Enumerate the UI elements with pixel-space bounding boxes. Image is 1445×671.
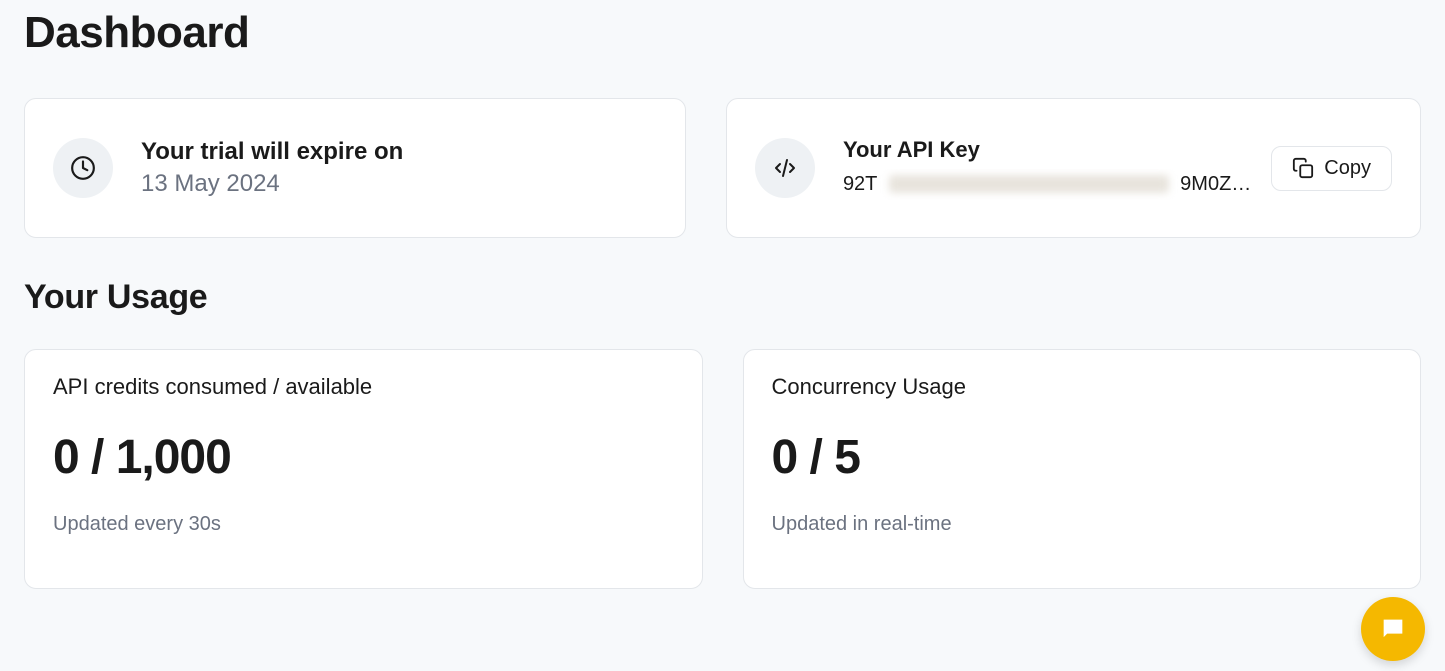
chat-fab[interactable]	[1361, 597, 1425, 661]
apikey-masked	[889, 175, 1169, 193]
concurrency-note: Updated in real-time	[772, 513, 1393, 536]
apikey-suffix: 9M0Z…	[1180, 173, 1251, 195]
credits-value: 0 / 1,000	[53, 430, 674, 485]
usage-heading: Your Usage	[24, 278, 1421, 317]
code-icon	[755, 138, 815, 198]
chat-icon	[1379, 615, 1407, 643]
copy-button-label: Copy	[1324, 157, 1371, 180]
trial-label: Your trial will expire on	[141, 138, 403, 166]
concurrency-value: 0 / 5	[772, 430, 1393, 485]
trial-card: Your trial will expire on 13 May 2024	[24, 98, 686, 238]
concurrency-card: Concurrency Usage 0 / 5 Updated in real-…	[743, 349, 1422, 589]
apikey-prefix: 92T	[843, 173, 877, 195]
apikey-card: Your API Key 92T 9M0Z… Copy	[726, 98, 1421, 238]
usage-row: API credits consumed / available 0 / 1,0…	[24, 349, 1421, 589]
copy-button[interactable]: Copy	[1271, 146, 1392, 191]
copy-icon	[1292, 157, 1314, 179]
credits-title: API credits consumed / available	[53, 374, 674, 400]
credits-note: Updated every 30s	[53, 513, 674, 536]
info-row: Your trial will expire on 13 May 2024 Yo…	[24, 98, 1421, 238]
page-title: Dashboard	[24, 8, 1421, 58]
credits-card: API credits consumed / available 0 / 1,0…	[24, 349, 703, 589]
apikey-value[interactable]: 92T 9M0Z…	[843, 169, 1259, 200]
trial-text: Your trial will expire on 13 May 2024	[141, 138, 403, 198]
clock-icon	[53, 138, 113, 198]
concurrency-title: Concurrency Usage	[772, 374, 1393, 400]
apikey-label: Your API Key	[843, 137, 1259, 163]
trial-date: 13 May 2024	[141, 170, 403, 198]
apikey-value-row: 92T 9M0Z…	[843, 169, 1259, 200]
